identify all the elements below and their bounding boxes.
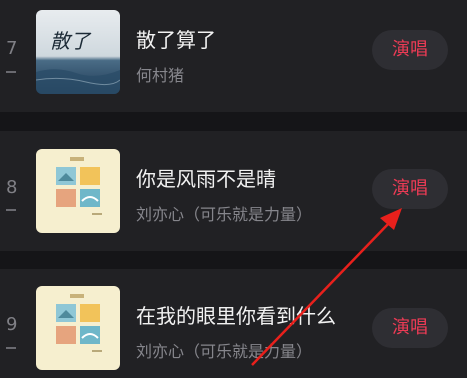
album-cover-art <box>36 286 120 370</box>
song-row[interactable]: 8 你是风雨不是晴 刘亦心（可乐就是力量） 演唱 <box>0 131 467 251</box>
album-cover-art: 散了 <box>36 10 120 94</box>
rank-trend-dash <box>6 71 16 73</box>
album-cover[interactable]: 散了 <box>36 10 120 94</box>
album-cover-art <box>36 149 120 233</box>
song-row[interactable]: 9 在我的眼里你看到什么 刘亦心（可乐就是力量） 演唱 <box>0 269 467 378</box>
song-row[interactable]: 7 散了 散了算了 何村猪 演唱 <box>0 0 467 112</box>
song-title: 你是风雨不是晴 <box>136 167 276 191</box>
sing-button[interactable]: 演唱 <box>372 308 448 348</box>
rank-number: 7 <box>6 38 18 59</box>
rank-number: 9 <box>6 314 18 335</box>
rank-number: 8 <box>6 177 18 198</box>
cover-calligraphy: 散了 <box>50 29 92 53</box>
album-cover[interactable] <box>36 286 120 370</box>
rank-trend-dash <box>6 209 16 211</box>
song-title: 散了算了 <box>136 28 216 52</box>
song-artist: 何村猪 <box>136 66 185 85</box>
album-cover[interactable] <box>36 149 120 233</box>
sing-button[interactable]: 演唱 <box>372 169 448 209</box>
song-artist: 刘亦心（可乐就是力量） <box>136 205 313 224</box>
song-list-page: 7 散了 散了算了 何村猪 演唱 8 你是风雨不是晴 刘亦心（可乐就是力量） 演… <box>0 0 467 378</box>
song-artist: 刘亦心（可乐就是力量） <box>136 342 313 361</box>
sing-button[interactable]: 演唱 <box>372 30 448 70</box>
rank-trend-dash <box>6 347 16 349</box>
song-title: 在我的眼里你看到什么 <box>136 304 336 328</box>
